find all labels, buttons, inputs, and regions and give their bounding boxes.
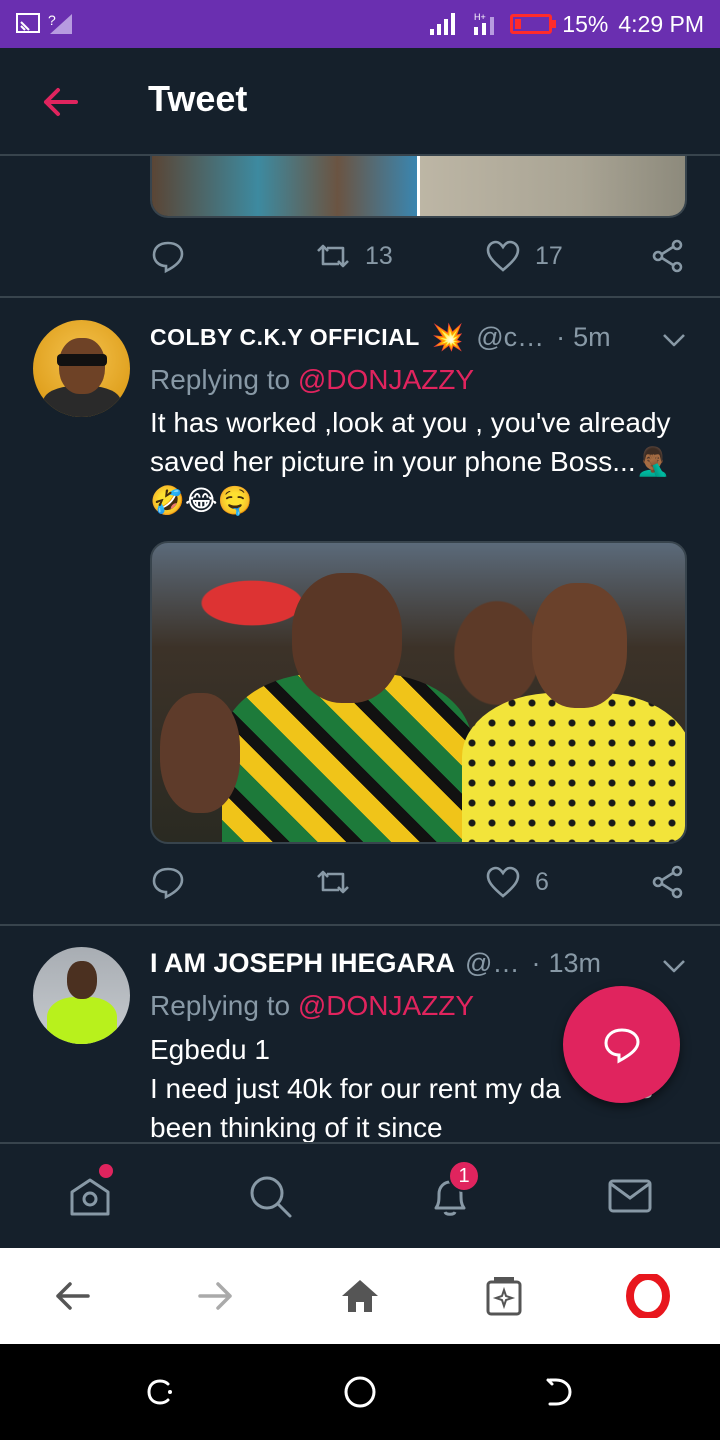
- display-name[interactable]: COLBY C.K.Y OFFICIAL: [150, 324, 420, 351]
- reply-context: Replying to @DONJAZZY: [150, 990, 475, 1021]
- battery-icon: [510, 14, 557, 34]
- chevron-down-icon[interactable]: [660, 330, 688, 350]
- cast-icon: [16, 13, 40, 33]
- unread-dot: [99, 1164, 113, 1178]
- system-nav-bar: [0, 1344, 720, 1440]
- back-nav-icon: [546, 1378, 572, 1406]
- divider: [0, 296, 720, 298]
- tweet-header: COLBY C.K.Y OFFICIAL 💥 @c… · 5m: [150, 322, 690, 353]
- circle-home-icon: [344, 1376, 376, 1408]
- reply-icon: [152, 241, 184, 274]
- share-button[interactable]: [650, 864, 686, 900]
- divider: [0, 924, 720, 926]
- chevron-down-icon[interactable]: [660, 956, 688, 976]
- avatar[interactable]: [33, 320, 130, 417]
- reply-icon: [152, 867, 184, 900]
- retweet-button[interactable]: [315, 864, 351, 900]
- tweet-photo[interactable]: [150, 541, 687, 844]
- mention-link[interactable]: @DONJAZZY: [298, 364, 474, 395]
- battery-percent: 15%: [562, 10, 609, 37]
- bottom-tab-bar: 1: [0, 1142, 720, 1248]
- like-button[interactable]: 6: [485, 864, 549, 900]
- retweet-button[interactable]: 13: [315, 238, 393, 274]
- heart-icon: [486, 866, 520, 898]
- share-icon: [652, 239, 683, 273]
- username[interactable]: @c…: [476, 322, 544, 353]
- like-button[interactable]: 17: [485, 238, 563, 274]
- mention-link[interactable]: @DONJAZZY: [298, 990, 474, 1021]
- clock: 4:29 PM: [618, 10, 704, 37]
- name-emoji: 💥: [431, 322, 465, 352]
- like-count: 17: [535, 241, 563, 270]
- recent-apps-button[interactable]: [142, 1374, 178, 1410]
- recent-apps-icon: [147, 1379, 172, 1405]
- browser-tabs-button[interactable]: [482, 1274, 526, 1318]
- back-nav-button[interactable]: [542, 1374, 578, 1410]
- share-button[interactable]: [650, 238, 686, 274]
- retweet-icon: [317, 870, 349, 894]
- tab-messages[interactable]: [606, 1172, 654, 1220]
- display-name[interactable]: I AM JOSEPH IHEGARA: [150, 948, 455, 979]
- page-title: Tweet: [148, 78, 248, 119]
- compose-reply-button[interactable]: [563, 986, 680, 1103]
- back-button[interactable]: [40, 82, 80, 122]
- tab-home[interactable]: [66, 1164, 114, 1220]
- timestamp: 5m: [573, 322, 611, 352]
- reply-button[interactable]: [150, 238, 186, 274]
- retweet-count: 13: [365, 241, 393, 270]
- house-icon: [342, 1280, 378, 1312]
- like-count: 6: [535, 867, 549, 896]
- status-bar: ? H+ 15% 4:29 PM: [0, 0, 720, 48]
- home-icon: [70, 1178, 110, 1216]
- reply-context: Replying to @DONJAZZY: [150, 364, 475, 395]
- arrow-right-icon: [198, 1282, 232, 1310]
- tweet-header: I AM JOSEPH IHEGARA @… · 13m: [150, 948, 690, 979]
- compose-icon: [603, 1027, 640, 1064]
- notifications-badge: 1: [448, 1160, 480, 1192]
- browser-back-button[interactable]: [50, 1274, 94, 1318]
- prev-tweet-actions: 13 17: [150, 238, 690, 282]
- data-signal-icon: H+: [474, 12, 495, 35]
- opera-logo-icon: [626, 1272, 670, 1320]
- signal-icon: [430, 13, 456, 35]
- prev-media-image-2[interactable]: [417, 156, 685, 216]
- arrow-left-icon: [56, 1282, 90, 1310]
- arrow-left-icon: [44, 88, 78, 116]
- no-signal-icon: ?: [48, 12, 72, 34]
- svg-text:H+: H+: [474, 12, 486, 22]
- timestamp: 13m: [548, 948, 601, 978]
- opera-menu-button[interactable]: [626, 1272, 670, 1320]
- prev-tweet-media[interactable]: [150, 156, 687, 218]
- heart-icon: [486, 240, 520, 272]
- browser-forward-button[interactable]: [194, 1274, 238, 1318]
- tabs-icon: [486, 1277, 522, 1316]
- tweet-text: It has worked ,look at you , you've alre…: [150, 407, 671, 516]
- browser-toolbar: [0, 1248, 720, 1344]
- tweet-actions: 6: [150, 864, 690, 908]
- prev-media-image-1[interactable]: [152, 156, 417, 216]
- search-icon: [250, 1176, 292, 1218]
- tab-notifications[interactable]: 1: [426, 1160, 480, 1220]
- avatar[interactable]: [33, 947, 130, 1044]
- mail-icon: [608, 1179, 652, 1213]
- username[interactable]: @…: [465, 948, 519, 979]
- reply-button[interactable]: [150, 864, 186, 900]
- browser-home-button[interactable]: [338, 1274, 382, 1318]
- home-nav-button[interactable]: [342, 1374, 378, 1410]
- svg-text:?: ?: [48, 12, 56, 28]
- app-bar: Tweet: [0, 48, 720, 156]
- retweet-icon: [317, 244, 349, 268]
- share-icon: [652, 865, 683, 899]
- tab-search[interactable]: [246, 1172, 294, 1220]
